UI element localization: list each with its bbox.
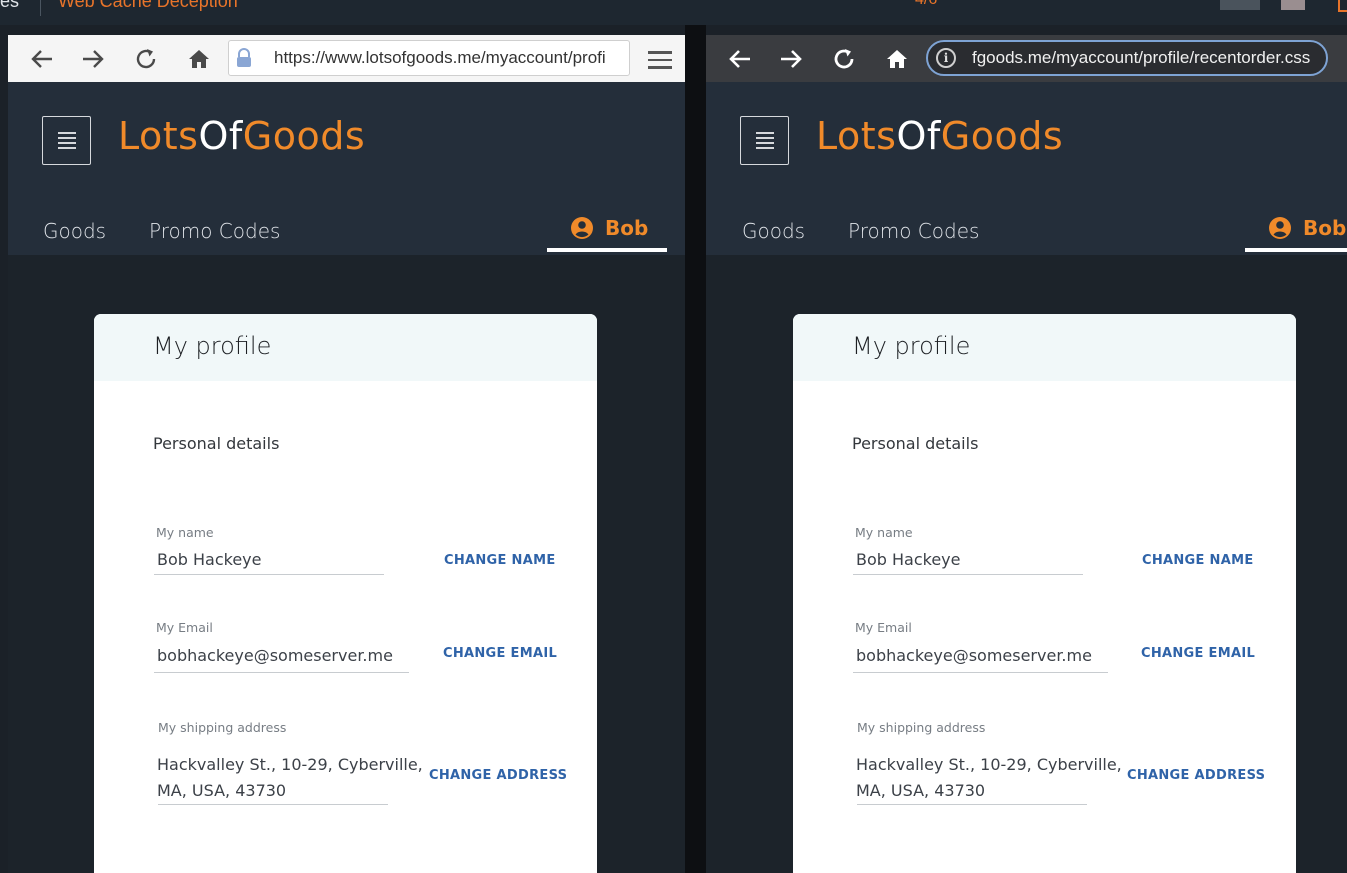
address-line-2: MA, USA, 43730 [856,781,986,800]
profile-card-header: My profile [793,314,1296,381]
browser-toolbar: https://www.lotsofgoods.me/myaccount/pro… [8,35,685,82]
site-menu-button[interactable] [740,116,789,165]
site-logo[interactable]: LotsOfGoods [816,114,1063,158]
window-left-fragment: es [0,0,20,11]
address-bar[interactable]: https://www.lotsofgoods.me/myaccount/pro… [228,40,630,76]
logo-part-lots: Lots [118,114,199,158]
address-field-underline [857,804,1087,805]
nav-user-account[interactable]: Bob [1269,216,1346,240]
pane-divider [685,25,706,873]
nav-promo-codes[interactable]: Promo Codes [848,219,979,243]
site-menu-button[interactable] [42,116,91,165]
nav-goods[interactable]: Goods [742,219,805,243]
email-field: bobhackeye@someserver.me [856,646,1092,665]
section-title: Personal details [153,434,280,453]
url-text: fgoods.me/myaccount/profile/recentorder.… [972,48,1311,67]
address-bar[interactable]: i fgoods.me/myaccount/profile/recentorde… [926,40,1328,76]
logo-part-goods: Goods [242,114,366,158]
name-field-underline [154,574,384,575]
window-title-bar: es Web Cache Deception 4/6 [0,0,1347,25]
logo-part-lots: Lots [816,114,897,158]
site-logo[interactable]: LotsOfGoods [118,114,365,158]
browser-menu-icon[interactable] [648,51,672,69]
address-line-1: Hackvalley St., 10-29, Cyberville, [157,755,423,774]
name-field: Bob Hackeye [856,550,961,569]
email-field: bobhackeye@someserver.me [157,646,393,665]
home-icon[interactable] [186,46,212,72]
user-account-icon [1269,217,1291,239]
forward-arrow-icon[interactable] [80,46,106,72]
slide-counter: 4/6 [915,0,937,9]
logo-part-goods: Goods [940,114,1064,158]
user-name-label: Bob [605,216,649,240]
nav-goods[interactable]: Goods [43,219,106,243]
lock-icon [237,48,251,67]
avatar[interactable] [1281,0,1305,10]
name-label: My name [855,525,913,540]
forward-arrow-icon[interactable] [778,46,804,72]
page-title: My profile [153,332,272,360]
reload-icon[interactable] [831,46,857,72]
change-address-button[interactable]: CHANGE ADDRESS [429,768,567,783]
logo-part-of: Of [198,114,243,158]
change-address-button[interactable]: CHANGE ADDRESS [1127,768,1265,783]
title-separator [40,0,41,16]
reload-icon[interactable] [133,46,159,72]
info-icon[interactable]: i [936,48,956,68]
corner-icon [1338,0,1347,12]
active-tab-indicator [547,248,667,252]
change-name-button[interactable]: CHANGE NAME [444,553,556,568]
back-arrow-icon[interactable] [29,46,55,72]
change-email-button[interactable]: CHANGE EMAIL [1141,646,1255,661]
right-browser-pane: i fgoods.me/myaccount/profile/recentorde… [706,35,1347,873]
profile-card: My profile Personal details My name Bob … [94,314,597,873]
left-browser-pane: https://www.lotsofgoods.me/myaccount/pro… [8,35,685,873]
nav-promo-codes[interactable]: Promo Codes [149,219,280,243]
user-account-icon [571,217,593,239]
home-icon[interactable] [884,46,910,72]
back-arrow-icon[interactable] [727,46,753,72]
email-field-underline [853,672,1108,673]
browser-toolbar: i fgoods.me/myaccount/profile/recentorde… [706,35,1347,82]
name-label: My name [156,525,214,540]
email-label: My Email [156,620,213,635]
address-field-underline [158,804,388,805]
change-name-button[interactable]: CHANGE NAME [1142,553,1254,568]
profile-card-header: My profile [94,314,597,381]
logo-part-of: Of [896,114,941,158]
url-text: https://www.lotsofgoods.me/myaccount/pro… [274,48,606,67]
address-label: My shipping address [857,720,986,735]
page-title: My profile [852,332,971,360]
profile-card: My profile Personal details My name Bob … [793,314,1296,873]
address-line-2: MA, USA, 43730 [157,781,287,800]
section-title: Personal details [852,434,979,453]
name-field: Bob Hackeye [157,550,262,569]
window-title: Web Cache Deception [58,0,238,11]
name-field-underline [853,574,1083,575]
address-label: My shipping address [158,720,287,735]
site-header: LotsOfGoods Goods Promo Codes Bob [8,82,685,255]
change-email-button[interactable]: CHANGE EMAIL [443,646,557,661]
address-line-1: Hackvalley St., 10-29, Cyberville, [856,755,1122,774]
window-control-button[interactable] [1220,0,1260,10]
email-label: My Email [855,620,912,635]
user-name-label: Bob [1303,216,1347,240]
active-tab-indicator [1245,248,1347,252]
email-field-underline [154,672,409,673]
nav-user-account[interactable]: Bob [571,216,648,240]
site-header: LotsOfGoods Goods Promo Codes Bob [706,82,1347,255]
